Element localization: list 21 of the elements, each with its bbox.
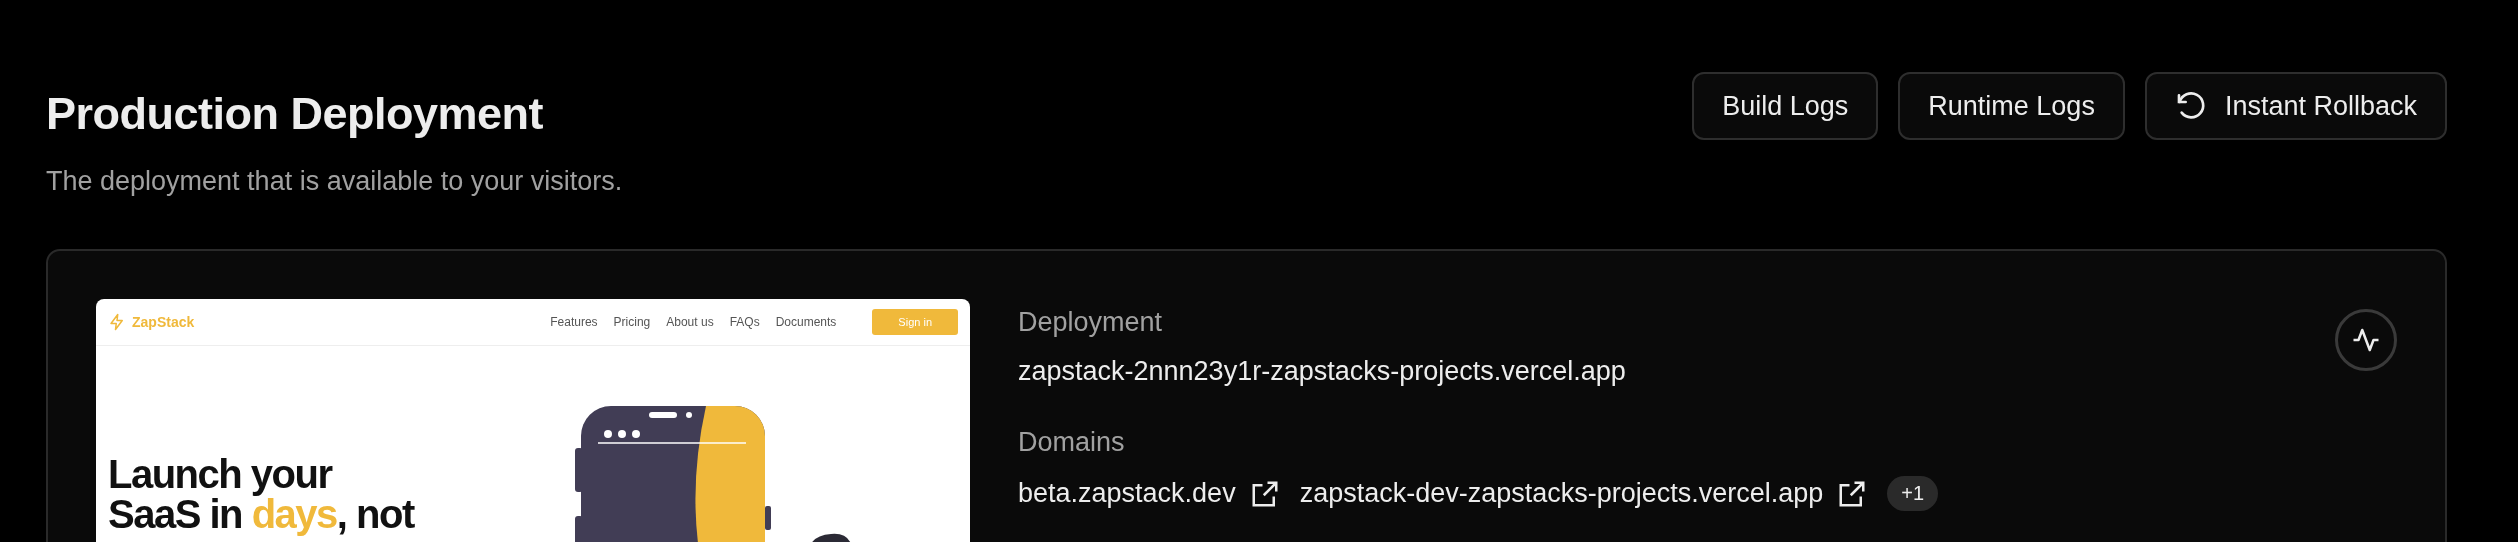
activity-button[interactable] [2335, 309, 2397, 371]
detail-label: Domains [1018, 427, 1126, 458]
page-subtitle: The deployment that is available to your visitors. [46, 166, 623, 197]
url-link[interactable]: zapstack-dev-zapstacks-projects.vercel.app [1299, 478, 1824, 509]
brand-name: ZapStack [132, 314, 195, 330]
detail-label: Deployment [1018, 307, 1164, 338]
url-link[interactable]: beta.zapstack.dev [1018, 478, 1236, 509]
logs-button[interactable]: Runtime Logs [1898, 72, 2125, 140]
count-badge[interactable]: +1 [1887, 476, 1939, 511]
nav-link[interactable]: Documents [775, 315, 837, 329]
nav-link[interactable]: About us [666, 315, 714, 329]
site-preview[interactable]: ZapStack Features Pricing About us FAQs Documents Sign in Launch your SaaS in days, not [96, 299, 970, 542]
url-link[interactable]: zapstack-2nnn23y1r-zapstacks-projects.vercel.app [1018, 356, 1626, 387]
nav-link[interactable]: Features [550, 315, 598, 329]
page-title: Production Deployment [46, 88, 545, 140]
nav-link[interactable]: FAQs [729, 315, 760, 329]
logs-button[interactable]: Build Logs [1692, 72, 1879, 140]
nav-link[interactable]: Pricing [613, 315, 651, 329]
rollback-button[interactable]: Instant Rollback [2144, 72, 2447, 140]
hero-headline: Launch your SaaS in days, not [108, 454, 416, 538]
lightning-icon [108, 313, 126, 331]
